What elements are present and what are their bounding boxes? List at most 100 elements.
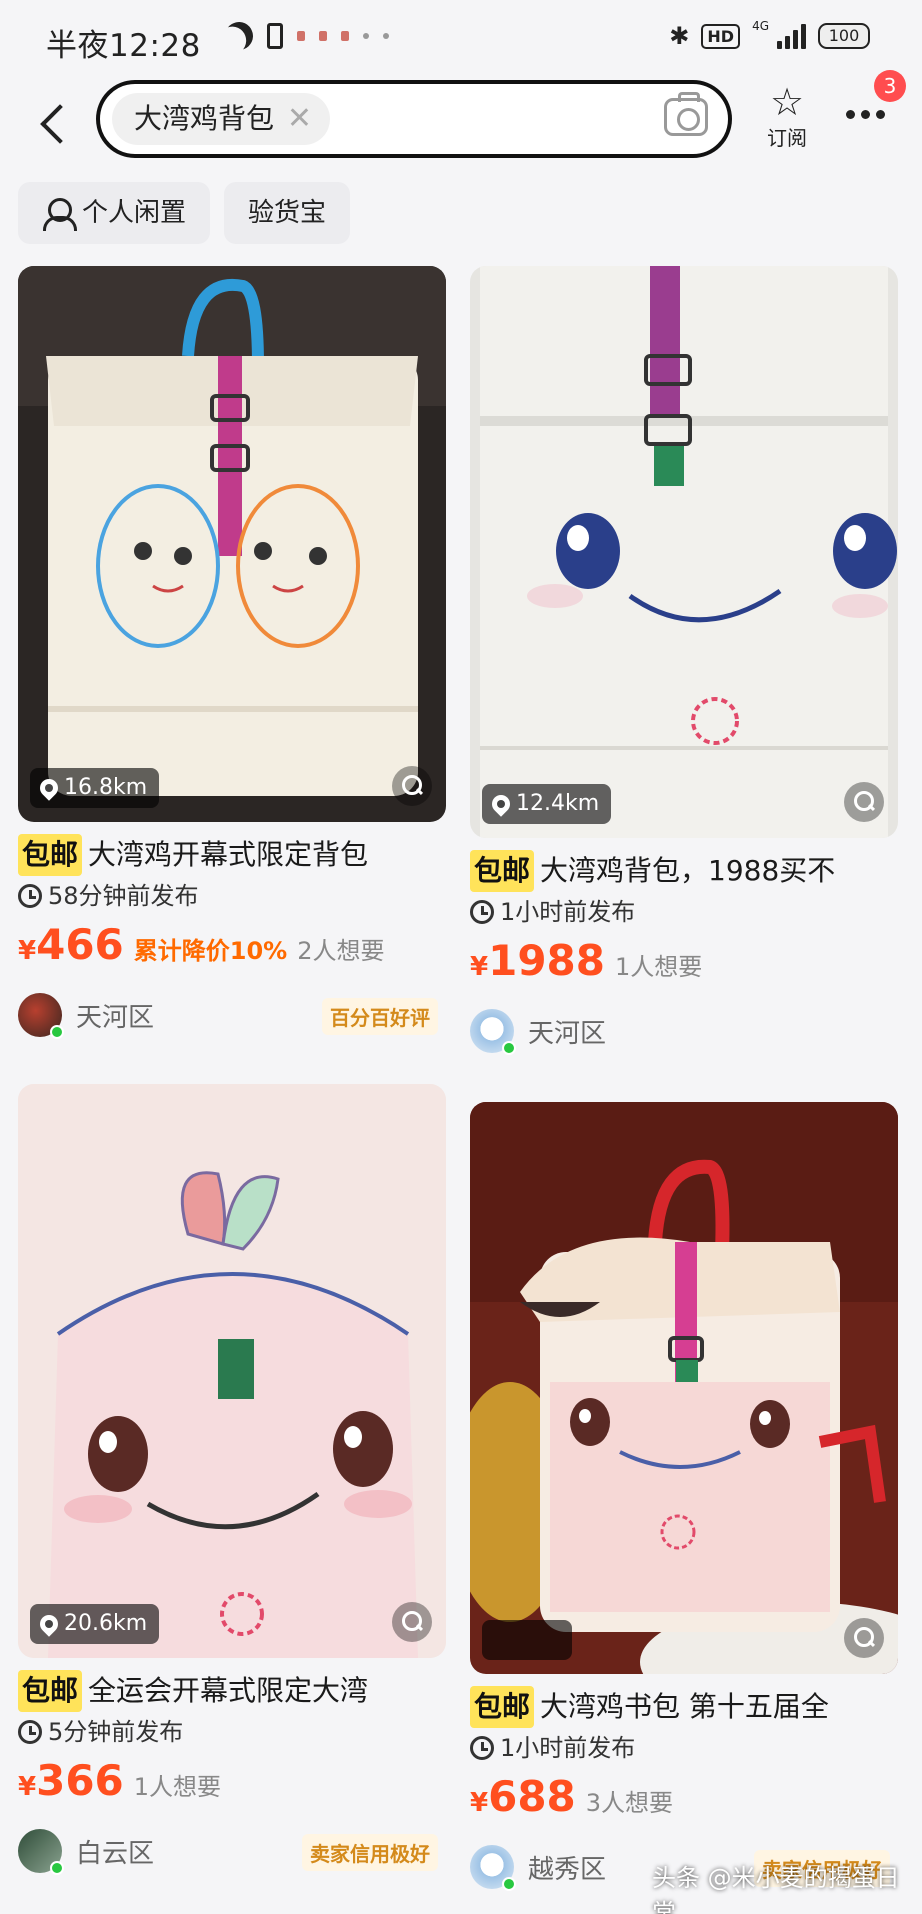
more-button[interactable]: [846, 110, 885, 119]
search-query-chip[interactable]: 大湾鸡背包 ✕: [112, 93, 331, 145]
seller-area: 天河区: [528, 1018, 607, 1049]
clock-icon: [18, 1720, 42, 1744]
filter-personal-idle[interactable]: 个人闲置: [18, 182, 211, 244]
moon-icon: [221, 18, 257, 54]
price: 466: [36, 920, 124, 969]
currency-symbol: ¥: [470, 1788, 489, 1818]
filter-inspection[interactable]: 验货宝: [224, 182, 351, 244]
image-search-icon[interactable]: [844, 1618, 884, 1658]
free-shipping-tag: 包邮: [470, 1686, 535, 1728]
listing-title[interactable]: 包邮 大湾鸡书包 第十五届全: [470, 1686, 898, 1728]
seller-badge: 卖家信用极好: [302, 1834, 438, 1871]
price-row: ¥ 466 累计降价10% 2人想要: [18, 920, 446, 974]
subscribe-label: 订阅: [767, 126, 807, 150]
search-input[interactable]: 大湾鸡背包 ✕: [96, 80, 732, 158]
avatar[interactable]: [18, 993, 64, 1039]
listing-card[interactable]: 包邮 大湾鸡书包 第十五届全 1小时前发布 ¥ 688 3人想要 越秀区 卖家信用…: [470, 1102, 898, 1900]
posted-time: 1小时前发布: [470, 892, 898, 932]
listing-image[interactable]: 12.4km: [470, 266, 898, 838]
image-search-icon[interactable]: [844, 782, 884, 822]
listing-title[interactable]: 包邮 大湾鸡背包，1988买不: [470, 850, 898, 892]
bluetooth-icon: ✱: [669, 22, 690, 50]
filter-bar: 个人闲置 验货宝: [18, 182, 351, 244]
more-dot-icon: [846, 110, 855, 119]
seller-row[interactable]: 天河区 百分百好评: [18, 982, 446, 1048]
close-icon[interactable]: ✕: [287, 93, 312, 145]
listing-title[interactable]: 包邮 大湾鸡开幕式限定背包: [18, 834, 446, 876]
distance-text: 16.8km: [64, 775, 148, 800]
image-search-icon[interactable]: [392, 1602, 432, 1642]
camera-icon[interactable]: [664, 92, 708, 136]
star-icon: ☆: [769, 80, 805, 124]
online-status-icon: [502, 1877, 516, 1891]
posted-text: 1小时前发布: [500, 898, 636, 926]
app-notification-icon: [297, 31, 305, 41]
clock-icon: [18, 884, 42, 908]
location-pin-icon: [36, 1611, 62, 1637]
seller-row[interactable]: 天河区: [470, 998, 898, 1064]
listing-card[interactable]: 16.8km 包邮 大湾鸡开幕式限定背包 58分钟前发布 ¥ 466 累计降价10…: [18, 266, 446, 1048]
search-query-text: 大湾鸡背包: [134, 102, 275, 135]
posted-text: 58分钟前发布: [48, 882, 199, 910]
seller-area: 天河区: [76, 1002, 155, 1033]
distance-badge: 20.6km: [30, 1604, 160, 1644]
wants-count: 3人想要: [585, 1789, 674, 1817]
distance-text: 20.6km: [64, 1611, 148, 1636]
avatar[interactable]: [18, 1829, 64, 1875]
seller-badge: 百分百好评: [322, 998, 438, 1035]
more-dot-icon: [363, 33, 369, 39]
currency-symbol: ¥: [18, 1772, 37, 1802]
listing-title-text: 大湾鸡开幕式限定背包: [88, 838, 369, 871]
back-button[interactable]: [38, 102, 68, 146]
distance-text: 12.4km: [516, 791, 600, 816]
backpack-photo: [18, 266, 446, 822]
wants-count: 2人想要: [297, 937, 385, 965]
location-pin-icon: [488, 791, 514, 817]
price: 688: [488, 1772, 576, 1821]
listing-title-text: 大湾鸡书包 第十五届全: [540, 1690, 829, 1723]
currency-symbol: ¥: [470, 952, 489, 982]
avatar[interactable]: [470, 1009, 516, 1055]
listing-card[interactable]: 12.4km 包邮 大湾鸡背包，1988买不 1小时前发布 ¥ 1988 1人想要…: [470, 266, 898, 1064]
clock-icon: [470, 1736, 494, 1760]
price-drop: 累计降价10%: [133, 937, 288, 965]
filter-label: 验货宝: [248, 198, 327, 228]
free-shipping-tag: 包邮: [470, 850, 535, 892]
subscribe-button[interactable]: ☆ 订阅: [758, 82, 816, 151]
listing-title[interactable]: 包邮 全运会开幕式限定大湾: [18, 1670, 446, 1712]
watermark: 头条 @米小麦的揭蛋日常: [652, 1864, 900, 1914]
more-dot-icon: [876, 110, 885, 119]
avatar[interactable]: [470, 1845, 516, 1891]
listing-title-text: 大湾鸡背包，1988买不: [540, 854, 836, 887]
clock-time: 半夜12:28: [46, 28, 201, 64]
status-bar: 半夜12:28 ✱ HD 4G 100: [0, 0, 922, 80]
seller-row[interactable]: 白云区 卖家信用极好: [18, 1818, 446, 1884]
backpack-photo: [470, 1102, 898, 1674]
battery-icon: 100: [818, 23, 870, 49]
listing-title-text: 全运会开幕式限定大湾: [88, 1674, 369, 1707]
listing-image[interactable]: 16.8km: [18, 266, 446, 822]
posted-time: 1小时前发布: [470, 1728, 898, 1768]
price: 1988: [488, 936, 605, 985]
hd-icon: HD: [701, 23, 741, 49]
backpack-photo: [470, 266, 898, 838]
distance-badge: [482, 1620, 572, 1660]
location-pin-icon: [36, 775, 62, 801]
wants-count: 1人想要: [133, 1773, 222, 1801]
listing-image[interactable]: [470, 1102, 898, 1674]
seller-area: 白云区: [76, 1838, 155, 1869]
online-status-icon: [50, 1861, 64, 1875]
listing-card[interactable]: 20.6km 包邮 全运会开幕式限定大湾 5分钟前发布 ¥ 366 1人想要 白云…: [18, 1084, 446, 1884]
listing-image[interactable]: 20.6km: [18, 1084, 446, 1658]
wants-count: 1人想要: [615, 953, 703, 981]
notification-icons: [225, 22, 389, 50]
search-header: 大湾鸡背包 ✕ ☆ 订阅 3: [0, 70, 922, 170]
filter-label: 个人闲置: [82, 198, 187, 228]
distance-badge: 16.8km: [30, 768, 160, 808]
price-row: ¥ 1988 1人想要: [470, 936, 898, 990]
posted-time: 58分钟前发布: [18, 876, 446, 916]
currency-symbol: ¥: [18, 936, 37, 966]
system-icons: ✱ HD 4G 100: [669, 19, 870, 50]
free-shipping-tag: 包邮: [18, 1670, 83, 1712]
image-search-icon[interactable]: [392, 766, 432, 806]
